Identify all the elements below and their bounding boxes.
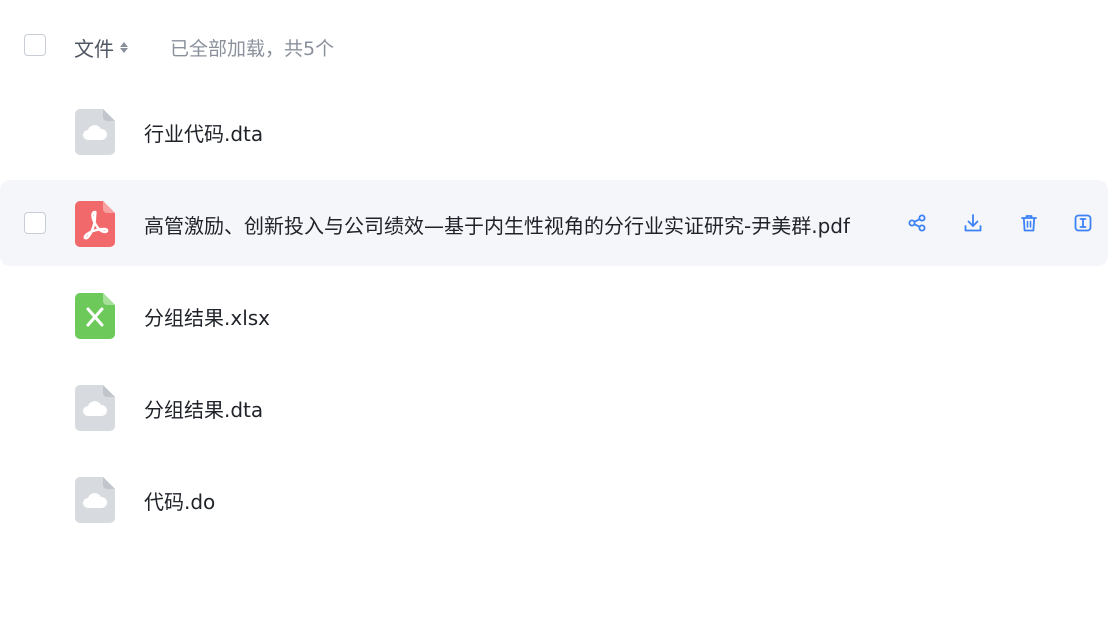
file-name[interactable]: 高管激励、创新投入与公司绩效—基于内生性视角的分行业实证研究-尹美群.pdf bbox=[144, 210, 850, 239]
file-column-label: 文件 bbox=[74, 37, 114, 61]
cloud-file-icon bbox=[75, 477, 115, 523]
file-sort-header[interactable]: 文件 bbox=[74, 33, 128, 62]
rename-button[interactable] bbox=[1070, 210, 1096, 236]
pdf-file-icon bbox=[75, 201, 115, 247]
file-row[interactable]: 代码.do bbox=[0, 456, 1108, 542]
trash-icon bbox=[1021, 215, 1037, 232]
rename-icon bbox=[1074, 214, 1092, 232]
file-row[interactable]: 分组结果.xlsx bbox=[0, 272, 1108, 358]
file-name[interactable]: 分组结果.dta bbox=[144, 394, 263, 423]
cloud-file-icon bbox=[75, 109, 115, 155]
file-name[interactable]: 代码.do bbox=[144, 486, 215, 515]
file-name[interactable]: 分组结果.xlsx bbox=[144, 302, 270, 331]
row-actions bbox=[904, 210, 1108, 236]
download-icon bbox=[964, 214, 982, 232]
excel-file-icon bbox=[75, 293, 115, 339]
file-name[interactable]: 行业代码.dta bbox=[144, 118, 263, 147]
load-status-text: 已全部加载，共5个 bbox=[170, 38, 335, 60]
sort-icon[interactable] bbox=[120, 42, 128, 53]
cloud-file-icon bbox=[75, 385, 115, 431]
file-list-header: 文件 已全部加载，共5个 bbox=[0, 22, 1108, 70]
file-row-hovered[interactable]: 高管激励、创新投入与公司绩效—基于内生性视角的分行业实证研究-尹美群.pdf bbox=[0, 180, 1108, 266]
delete-button[interactable] bbox=[1016, 210, 1042, 236]
share-button[interactable] bbox=[904, 210, 930, 236]
file-list-panel: 文件 已全部加载，共5个 行业代码.dta 高管激励、创新投入与公司绩效—基于内… bbox=[0, 0, 1108, 624]
row-checkbox[interactable] bbox=[24, 212, 46, 234]
file-row[interactable]: 分组结果.dta bbox=[0, 364, 1108, 450]
share-icon bbox=[908, 214, 926, 232]
download-button[interactable] bbox=[960, 210, 986, 236]
file-row[interactable]: 行业代码.dta bbox=[0, 88, 1108, 174]
select-all-checkbox[interactable] bbox=[24, 34, 46, 56]
